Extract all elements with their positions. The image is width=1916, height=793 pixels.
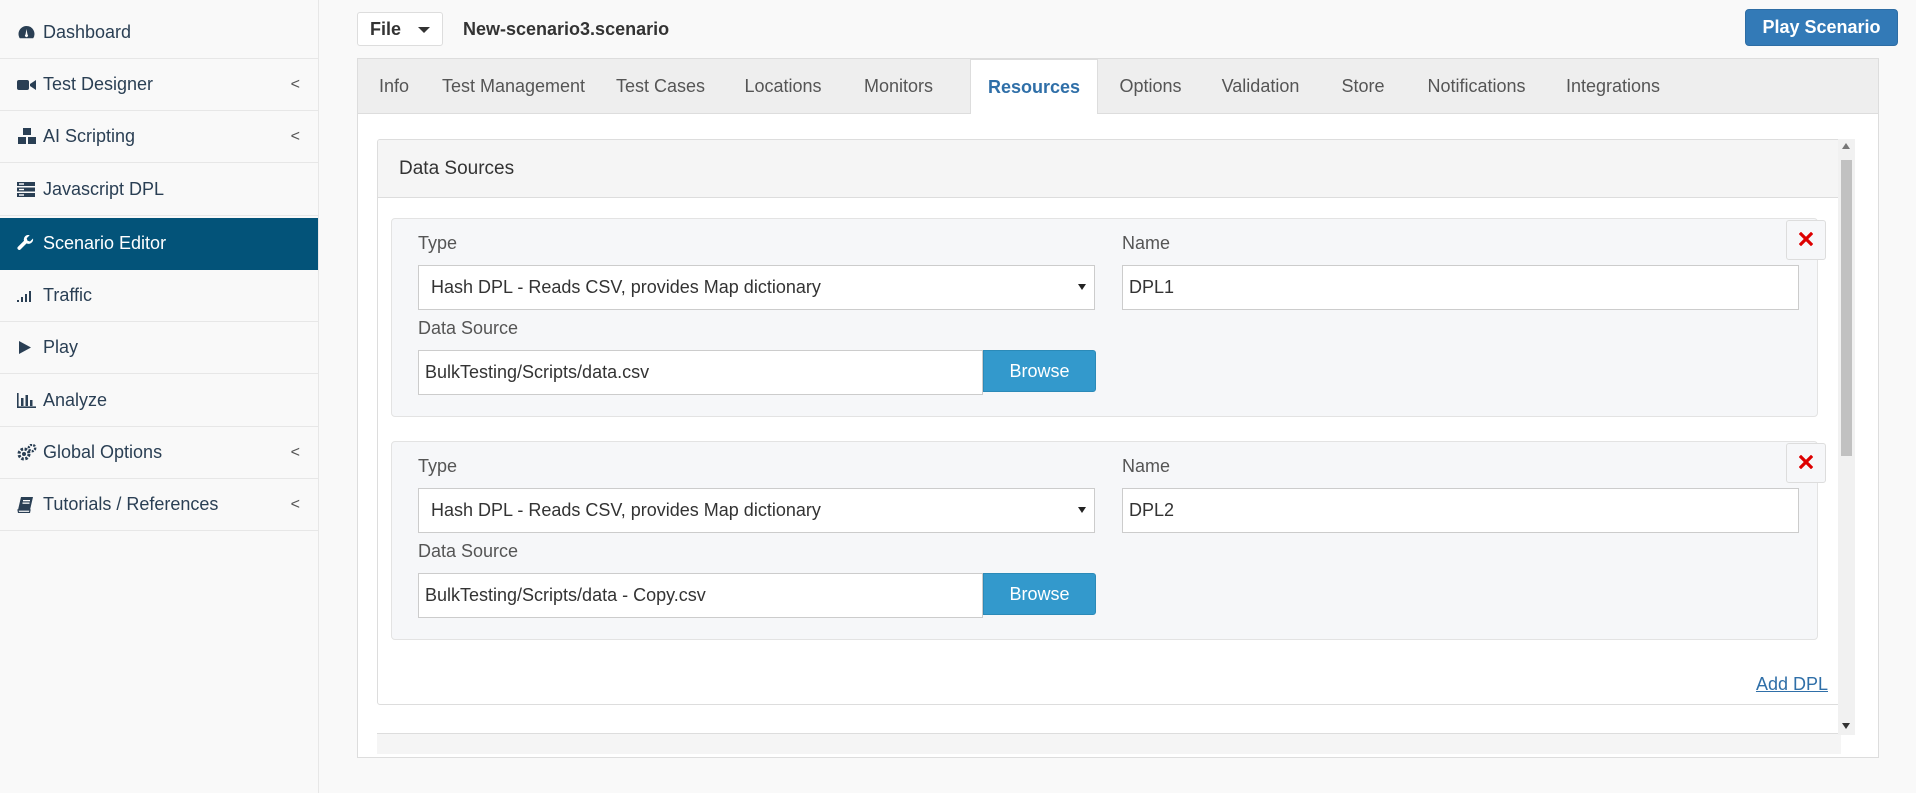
- sidebar-item-label: Tutorials / References: [43, 494, 219, 514]
- file-menu-label: File: [370, 18, 402, 39]
- sidebar-item-label: Scenario Editor: [43, 233, 167, 253]
- bar-chart-icon: [17, 393, 41, 408]
- tab-notifications[interactable]: Notifications: [1408, 59, 1545, 113]
- data-sources-heading: Data Sources: [378, 140, 1840, 198]
- sidebar-item-tutorials-references[interactable]: Tutorials / References <: [0, 479, 318, 531]
- scrollbar[interactable]: [1838, 139, 1855, 735]
- sidebar-item-analyze[interactable]: Analyze: [0, 375, 318, 427]
- tab-monitors[interactable]: Monitors: [842, 59, 955, 113]
- caret-down-icon: [418, 27, 430, 33]
- dropdown-arrow-icon: [1078, 507, 1086, 513]
- play-scenario-button[interactable]: Play Scenario: [1745, 9, 1898, 46]
- data-source-label: Data Source: [418, 318, 519, 338]
- sidebar: Dashboard Test Designer < AI Scripting <…: [0, 0, 319, 793]
- sidebar-item-scenario-editor[interactable]: Scenario Editor: [0, 218, 318, 270]
- data-sources-panel: Data Sources Type Name Hash DPL - Reads …: [377, 139, 1841, 705]
- play-icon: [17, 340, 41, 355]
- tab-locations[interactable]: Locations: [724, 59, 842, 113]
- next-section-panel: [377, 733, 1841, 754]
- chevron-left-icon: <: [290, 127, 300, 145]
- tab-store[interactable]: Store: [1318, 59, 1408, 113]
- scenario-name: New-scenario3.scenario: [463, 19, 670, 39]
- dpl-card: Type Name Hash DPL - Reads CSV, provides…: [391, 441, 1826, 640]
- sidebar-item-label: Analyze: [43, 390, 108, 410]
- scrollbar-thumb[interactable]: [1841, 160, 1852, 456]
- book-icon: [17, 496, 41, 513]
- close-icon: [1798, 453, 1814, 474]
- remove-dpl-button[interactable]: [1786, 220, 1826, 260]
- name-label: Name: [1122, 456, 1171, 476]
- scroll-down-arrow-icon[interactable]: [1842, 723, 1850, 729]
- name-label: Name: [1122, 233, 1171, 253]
- dropdown-arrow-icon: [1078, 284, 1086, 290]
- sidebar-item-label: Dashboard: [43, 21, 132, 42]
- data-source-input[interactable]: BulkTesting/Scripts/data - Copy.csv: [418, 573, 983, 618]
- dpl-type-select[interactable]: Hash DPL - Reads CSV, provides Map dicti…: [418, 488, 1095, 533]
- cubes-icon: [17, 128, 41, 145]
- tab-resources[interactable]: Resources: [970, 59, 1098, 114]
- scroll-up-arrow-icon[interactable]: [1842, 143, 1850, 149]
- tab-info[interactable]: Info: [358, 59, 430, 113]
- sidebar-item-label: AI Scripting: [43, 126, 136, 146]
- sidebar-item-test-designer[interactable]: Test Designer <: [0, 58, 318, 111]
- dashboard-icon: [17, 24, 41, 40]
- sidebar-item-label: Test Designer: [43, 74, 154, 94]
- dpl-card: Type Name Hash DPL - Reads CSV, provides…: [391, 218, 1826, 417]
- wrench-icon: [17, 235, 41, 252]
- dpl-name-input[interactable]: DPL1: [1122, 265, 1799, 310]
- tab-test-management[interactable]: Test Management: [430, 59, 597, 113]
- signal-icon: [17, 289, 41, 302]
- sidebar-item-traffic[interactable]: Traffic: [0, 270, 318, 322]
- browse-button[interactable]: Browse: [983, 573, 1096, 615]
- list-icon: [17, 182, 41, 197]
- gears-icon: [17, 444, 41, 461]
- tab-validation[interactable]: Validation: [1203, 59, 1318, 113]
- close-icon: [1798, 230, 1814, 251]
- sidebar-item-global-options[interactable]: Global Options <: [0, 427, 318, 479]
- sidebar-item-label: Global Options: [43, 442, 163, 462]
- tab-test-cases[interactable]: Test Cases: [597, 59, 724, 113]
- dpl-type-value: Hash DPL - Reads CSV, provides Map dicti…: [431, 500, 821, 520]
- dpl-type-value: Hash DPL - Reads CSV, provides Map dicti…: [431, 277, 821, 297]
- sidebar-item-ai-scripting[interactable]: AI Scripting <: [0, 111, 318, 163]
- remove-dpl-button[interactable]: [1786, 443, 1826, 483]
- tab-options[interactable]: Options: [1098, 59, 1203, 113]
- type-label: Type: [418, 233, 458, 253]
- chevron-left-icon: <: [290, 443, 300, 461]
- sidebar-item-dashboard[interactable]: Dashboard: [0, 6, 318, 58]
- dpl-type-select[interactable]: Hash DPL - Reads CSV, provides Map dicti…: [418, 265, 1095, 310]
- scenario-editor-panel: Info Test Management Test Cases Location…: [357, 58, 1879, 758]
- dpl-name-input[interactable]: DPL2: [1122, 488, 1799, 533]
- sidebar-item-play[interactable]: Play: [0, 322, 318, 374]
- data-source-label: Data Source: [418, 541, 519, 561]
- tab-integrations[interactable]: Integrations: [1545, 59, 1681, 113]
- sidebar-item-javascript-dpl[interactable]: Javascript DPL: [0, 164, 318, 216]
- tab-bar: Info Test Management Test Cases Location…: [358, 59, 1878, 114]
- file-menu-button[interactable]: File: [357, 12, 443, 46]
- type-label: Type: [418, 456, 458, 476]
- sidebar-item-label: Traffic: [43, 285, 93, 305]
- chevron-left-icon: <: [290, 75, 300, 93]
- video-camera-icon: [17, 78, 41, 92]
- data-source-input[interactable]: BulkTesting/Scripts/data.csv: [418, 350, 983, 395]
- add-dpl-link[interactable]: Add DPL: [1756, 674, 1828, 695]
- sidebar-item-label: Play: [43, 337, 79, 357]
- chevron-left-icon: <: [290, 495, 300, 513]
- sidebar-item-label: Javascript DPL: [43, 179, 165, 199]
- browse-button[interactable]: Browse: [983, 350, 1096, 392]
